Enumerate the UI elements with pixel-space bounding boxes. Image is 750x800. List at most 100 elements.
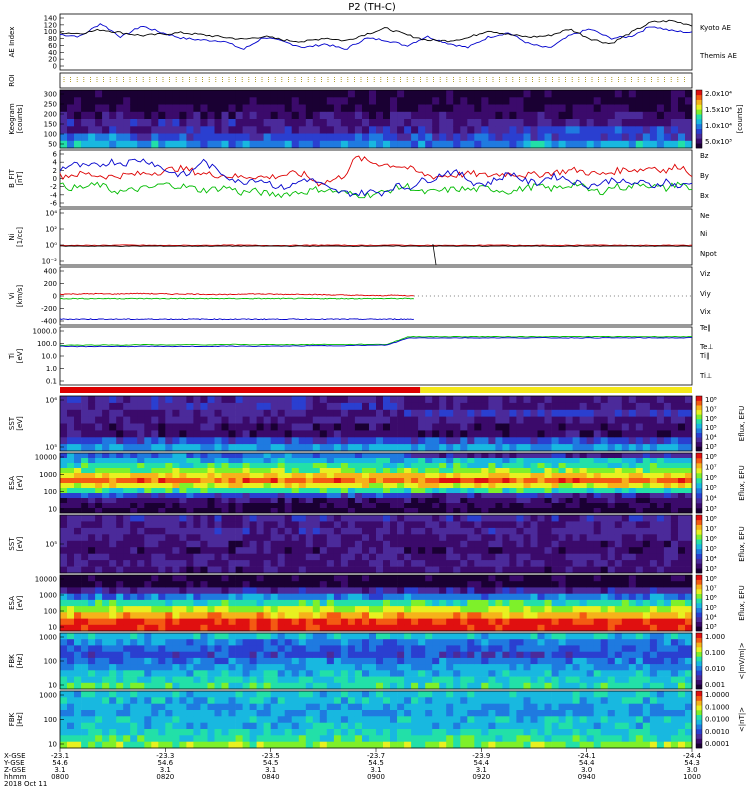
sst_e-cell (151, 547, 159, 554)
esa_i-cell (144, 468, 152, 474)
fbk_e-cell (193, 664, 201, 671)
esa_i-cell (172, 478, 180, 484)
fbk_e-cell (193, 676, 201, 684)
esa_i-cell (530, 483, 538, 489)
keogram-ytick-4: 100 (44, 131, 57, 139)
fbk_e-cell (88, 645, 96, 652)
fbk_e-cell (509, 633, 517, 640)
fbk_e-cell (186, 670, 194, 677)
esa_e-cell (95, 606, 103, 613)
esa_e-cell (530, 575, 538, 582)
keogram-cell (130, 140, 138, 149)
esa_i-cell (249, 488, 257, 494)
sst_e-cell (305, 566, 314, 574)
sst_e-cell (228, 553, 236, 561)
esa_e-cell (249, 612, 257, 619)
keogram-cell (628, 111, 637, 120)
keogram-cell (298, 90, 307, 98)
sst_e-cell (663, 560, 672, 567)
keogram-colorbar-swatch-3 (696, 128, 702, 134)
esa_e-cell (502, 624, 510, 632)
velocity-series-0 (59, 292, 414, 297)
keogram-colorbar-swatch-4 (696, 123, 702, 129)
esa_i-cell (88, 503, 96, 509)
esa_i-cell (116, 453, 124, 459)
sst_i-cell (390, 416, 398, 424)
fbk_e-cell (383, 639, 391, 646)
esa_e-cell (263, 587, 271, 594)
esa_i-cell (656, 453, 665, 459)
sst_i-cell (256, 402, 264, 411)
sst_e-cell (186, 547, 194, 554)
sst_i-cell (418, 396, 426, 404)
mode-bar-slow (60, 387, 421, 393)
esa_e-cell (88, 624, 96, 632)
fbk_e-cell (263, 633, 271, 640)
esa_i-cell (235, 483, 243, 489)
esa_e-cell (670, 618, 679, 626)
esa_e-cell (242, 606, 250, 613)
sst_i-cell (354, 396, 363, 404)
keogram-cell (235, 119, 243, 127)
sst_e-cell (326, 515, 335, 522)
esa_e-cell (95, 599, 103, 607)
esa_i-cell (495, 473, 503, 479)
esa_e-cell (235, 606, 243, 613)
fbk_e-cell (319, 639, 328, 646)
esa_i-cell (221, 473, 229, 479)
esa_e-cell (228, 599, 236, 607)
esa_i-cell (460, 458, 468, 464)
esa_e-cell (95, 581, 103, 588)
esa_e-cell (663, 612, 672, 619)
esa_i-cell (298, 493, 307, 499)
keogram-cell (200, 133, 208, 142)
sst_e-cell (354, 560, 363, 567)
keogram-cell (523, 111, 531, 120)
esa_i-cell (214, 488, 222, 494)
esa_e-cell (509, 612, 517, 619)
fbk_e-cell (200, 676, 208, 684)
sst_i-cell (158, 409, 166, 418)
sst_e-cell (270, 540, 279, 548)
esa_e-cell (214, 599, 222, 607)
sst_e-cell (411, 566, 419, 574)
fbk_e-cell (256, 645, 264, 652)
esa_i-cell (347, 453, 356, 459)
sst_i-cell (649, 423, 658, 431)
keogram-cell (109, 126, 117, 134)
velocity-legend-0: Viz (700, 270, 711, 278)
esa_i-cell (628, 468, 637, 474)
keogram-cell (158, 126, 166, 134)
fbk_e-cell (102, 657, 110, 665)
esa_i-cell (67, 458, 75, 464)
keogram-cell (558, 133, 566, 142)
keogram-cell (326, 140, 335, 149)
sst_i-cell (221, 423, 229, 431)
esa_e-cell (481, 624, 489, 632)
esa_i-cell (558, 463, 566, 469)
sst_e-cell (319, 540, 328, 548)
esa_i-cell (151, 488, 159, 494)
fbk_e-cell (193, 651, 201, 659)
esa_i-cell (270, 478, 279, 484)
sst_i-cell (102, 437, 110, 445)
keogram-cell (263, 90, 271, 98)
esa_i-cell (474, 453, 482, 459)
esa_i-cell (418, 503, 426, 509)
esa_i-cell (116, 503, 124, 509)
keogram-cell (298, 111, 307, 120)
keogram-cell (340, 133, 349, 142)
esa_i-cell (670, 508, 679, 514)
sst_e-cell (242, 527, 250, 535)
esa_i-cell (670, 458, 679, 464)
esa_i-cell (425, 488, 433, 494)
esa_i-cell (340, 453, 349, 459)
esa_i-cell (95, 458, 103, 464)
keogram-cell (600, 126, 609, 134)
sst_e-cell (319, 560, 328, 567)
esa_e-cell (678, 593, 686, 601)
fbk_e-cell (446, 657, 454, 665)
keogram-cell (649, 140, 658, 149)
keogram-cell (579, 126, 587, 134)
keogram-cell (460, 104, 468, 113)
